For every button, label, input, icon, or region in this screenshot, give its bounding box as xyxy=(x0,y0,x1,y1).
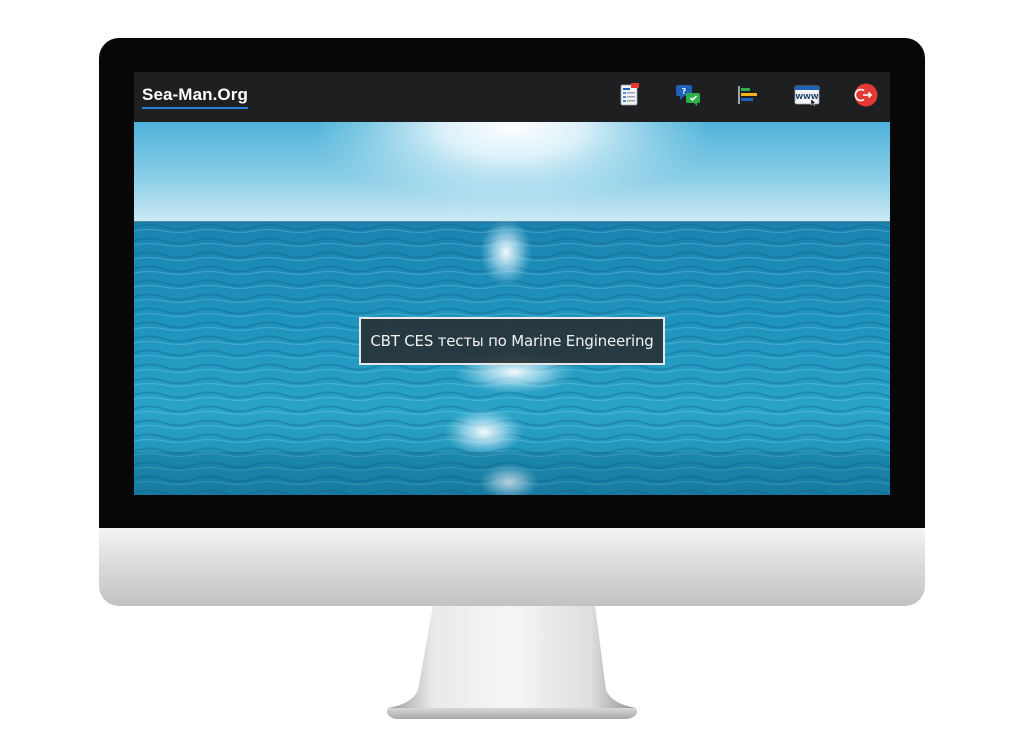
hero-sea-image: CBT CES тесты по Marine Engineering xyxy=(134,122,890,495)
tests-icon[interactable] xyxy=(617,82,643,108)
top-navbar: Sea-Man.Org ? WWW xyxy=(134,72,890,122)
bar-list-icon[interactable] xyxy=(735,82,761,108)
www-icon[interactable]: WWW xyxy=(794,82,820,108)
monitor-chin xyxy=(99,528,925,606)
brand-logo-link[interactable]: Sea-Man.Org xyxy=(142,85,248,109)
svg-text:WWW: WWW xyxy=(795,93,818,101)
desktop-mockup: Sea-Man.Org ? WWW CBT CES тесты по Marin… xyxy=(0,0,1024,753)
logout-icon[interactable] xyxy=(853,82,879,108)
hero-caption: CBT CES тесты по Marine Engineering xyxy=(359,317,665,365)
svg-text:?: ? xyxy=(682,87,687,96)
question-answer-icon[interactable]: ? xyxy=(676,82,702,108)
screen: Sea-Man.Org ? WWW CBT CES тесты по Marin… xyxy=(134,72,890,495)
